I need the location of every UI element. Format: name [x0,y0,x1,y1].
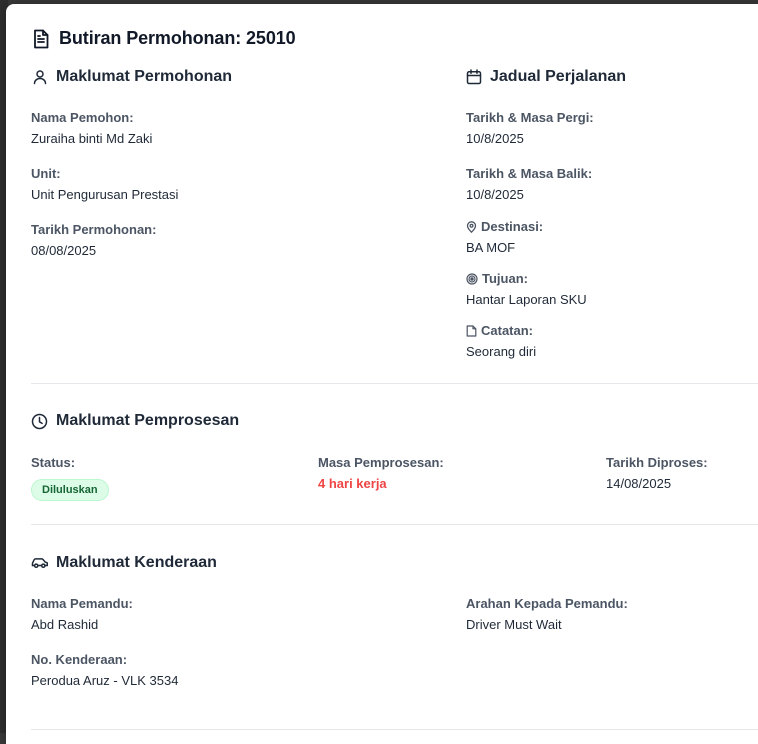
field-label: Arahan Kepada Pemandu: [466,596,628,611]
field-catatan: Catatan: Seorang diri [466,323,536,360]
field-value: Hantar Laporan SKU [466,292,587,307]
car-icon [31,556,48,570]
field-label: Masa Pemprosesan: [318,455,444,470]
section-maklumat-permohonan-header: Maklumat Permohonan [32,68,232,86]
divider [31,383,758,384]
field-value: Seorang diri [466,344,537,359]
clock-icon [31,413,48,430]
map-pin-icon [466,221,477,233]
field-label: Destinasi: [466,219,543,235]
field-label: Tujuan: [466,271,587,287]
field-value: Abd Rashid [31,617,99,632]
field-unit: Unit: Unit Pengurusan Prestasi [31,166,178,203]
field-value: 10/8/2025 [466,131,524,146]
field-nama-pemohon: Nama Pemohon: Zuraiha binti Md Zaki [31,110,152,147]
divider [31,524,758,525]
field-value: Perodua Aruz - VLK 3534 [31,673,179,688]
section-title: Maklumat Pemprosesan [56,412,240,429]
user-icon [32,69,48,85]
note-icon [466,325,477,337]
field-label-text: Tujuan: [482,271,528,286]
field-label: Unit: [31,166,61,181]
field-value: 10/8/2025 [466,187,524,202]
field-label: Catatan: [466,323,536,339]
field-status: Status: Diluluskan [31,455,109,501]
field-tarikh-diproses: Tarikh Diproses: 14/08/2025 [606,455,708,492]
field-tarikh-masa-pergi: Tarikh & Masa Pergi: 10/8/2025 [466,110,594,147]
field-nama-pemandu: Nama Pemandu: Abd Rashid [31,596,133,633]
field-value: 4 hari kerja [318,476,387,491]
field-label: Tarikh Diproses: [606,455,708,470]
field-label: Tarikh Permohonan: [31,222,157,237]
field-value: 14/08/2025 [606,476,672,491]
field-value: Zuraiha binti Md Zaki [31,131,153,146]
status-badge: Diluluskan [31,479,109,501]
request-details-modal: Butiran Permohonan: 25010 Maklumat Permo… [6,4,758,744]
field-label: Nama Pemohon: [31,110,134,125]
modal-title: Butiran Permohonan: 25010 [59,28,296,48]
field-value: Driver Must Wait [466,617,562,632]
divider [31,729,758,730]
field-label-text: Destinasi: [481,219,544,234]
field-label: Tarikh & Masa Balik: [466,166,593,181]
section-title: Jadual Perjalanan [490,68,627,85]
field-tarikh-permohonan: Tarikh Permohonan: 08/08/2025 [31,222,156,259]
field-arahan-kepada-pemandu: Arahan Kepada Pemandu: Driver Must Wait [466,596,628,633]
document-icon [32,29,50,49]
section-maklumat-pemprosesan-header: Maklumat Pemprosesan [31,412,239,430]
field-no-kenderaan: No. Kenderaan: Perodua Aruz - VLK 3534 [31,652,178,689]
section-title: Maklumat Permohonan [56,68,233,85]
field-label: No. Kenderaan: [31,652,128,667]
field-label-text: Catatan: [481,323,534,338]
field-tarikh-masa-balik: Tarikh & Masa Balik: 10/8/2025 [466,166,592,203]
target-icon [466,273,478,285]
section-title: Maklumat Kenderaan [56,554,217,571]
field-value: Unit Pengurusan Prestasi [31,187,179,202]
section-jadual-perjalanan-header: Jadual Perjalanan [466,68,626,86]
field-value: BA MOF [466,240,516,255]
field-label: Nama Pemandu: [31,596,133,611]
field-value: 08/08/2025 [31,243,97,258]
field-tujuan: Tujuan: Hantar Laporan SKU [466,271,587,308]
field-masa-pemprosesan: Masa Pemprosesan: 4 hari kerja [318,455,444,492]
field-destinasi: Destinasi: BA MOF [466,219,543,256]
field-label: Tarikh & Masa Pergi: [466,110,594,125]
field-label: Status: [31,455,76,470]
section-maklumat-kenderaan-header: Maklumat Kenderaan [31,554,217,572]
calendar-icon [466,69,482,85]
modal-header: Butiran Permohonan: 25010 [32,28,296,49]
